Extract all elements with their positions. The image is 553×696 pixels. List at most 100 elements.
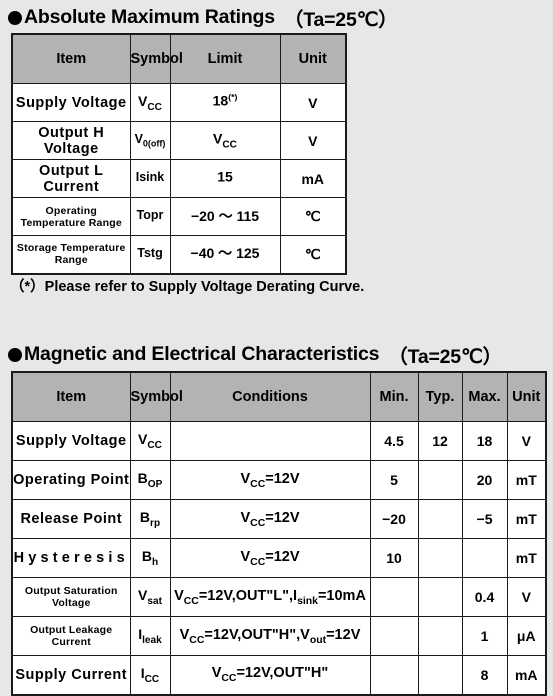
cell-conditions: VCC=12V (169, 499, 371, 539)
cell-symbol: VCC (129, 421, 171, 461)
cell-unit: μA (506, 616, 547, 656)
cell-limit: 15 (169, 159, 281, 198)
cell-unit: mA (506, 655, 547, 695)
column-header-min: Min. (369, 371, 419, 422)
cell-unit: mA (279, 159, 347, 198)
cell-conditions: VCC=12V,OUT"L",Isink=10mA (169, 577, 371, 617)
table-header-row: Item Symbol Limit Unit (11, 33, 347, 84)
cell-symbol: Brp (129, 499, 171, 539)
symbol-subscript: h (151, 556, 159, 568)
cell-max (461, 538, 508, 578)
cell-typ (417, 655, 463, 695)
absolute-maximum-ratings-table: Item Symbol Limit Unit Supply Voltage VC… (11, 33, 347, 275)
cell-symbol: Tstg (129, 235, 171, 274)
table-row: Operating Point BOP VCC=12V 5 20 mT (11, 460, 547, 500)
table-row: Output Leakage Current Ileak VCC=12V,OUT… (11, 616, 547, 656)
column-header-symbol: Symbol (129, 33, 183, 84)
cell-item: Output Leakage Current (11, 616, 131, 656)
limit-base: −40 ～ 125 (190, 245, 260, 262)
symbol-subscript: CC (147, 101, 162, 113)
cell-min: −20 (369, 499, 419, 539)
cell-limit: −20 ～ 115 (169, 197, 281, 236)
cell-limit: 18(*) (169, 83, 281, 122)
table-row: Release Point Brp VCC=12V −20 −5 mT (11, 499, 547, 539)
filled-circle-bullet-icon (8, 347, 22, 362)
cell-unit: ℃ (279, 197, 347, 236)
cell-max: 0.4 (461, 577, 508, 617)
conditions-text: VCC=12V,OUT"H",Vout=12V (179, 626, 361, 646)
column-header-conditions: Conditions (169, 371, 371, 422)
cell-unit: V (279, 121, 347, 160)
cell-symbol: V0(off) (129, 121, 171, 160)
cell-conditions: VCC=12V (169, 538, 371, 578)
cell-unit: V (506, 577, 547, 617)
table-row: Storage Temperature Range Tstg −40 ～ 125… (11, 235, 347, 274)
magnetic-and-electrical-characteristics-table: Item Symbol Conditions Min. Typ. Max. Un… (11, 371, 547, 696)
cell-min (369, 655, 419, 695)
cell-conditions (169, 421, 371, 461)
symbol-base: Topr (136, 208, 164, 223)
cell-unit: V (506, 421, 547, 461)
cell-unit: mT (506, 499, 547, 539)
symbol-subscript: leak (142, 634, 162, 646)
limit-superscript: (*) (228, 92, 238, 103)
table-row: Operating Temperature Range Topr −20 ～ 1… (11, 197, 347, 236)
table-row: Hysteresis Bh VCC=12V 10 mT (11, 538, 547, 578)
column-header-item: Item (11, 371, 131, 422)
symbol-base: B (141, 548, 152, 565)
cell-typ (417, 616, 463, 656)
conditions-text: VCC=12V (240, 470, 300, 490)
cell-item: Supply Voltage (11, 83, 131, 122)
cell-unit: ℃ (279, 235, 347, 274)
symbol-base: V (138, 587, 148, 604)
limit-base: 18 (212, 92, 229, 109)
column-header-unit: Unit (279, 33, 347, 84)
column-header-typ: Typ. (417, 371, 463, 422)
cell-symbol: BOP (129, 460, 171, 500)
symbol-base: V (138, 92, 148, 109)
symbol-subscript: OP (147, 478, 163, 490)
cell-item: Output L Current (11, 159, 131, 198)
cell-limit: −40 ～ 125 (169, 235, 281, 274)
datasheet-page: Absolute Maximum Ratings （Ta=25℃） Item S… (0, 0, 553, 696)
table-row: Supply Voltage VCC 18(*) V (11, 83, 347, 122)
cell-limit: VCC (169, 121, 281, 160)
cell-max: 1 (461, 616, 508, 656)
table-row: Output L Current Isink 15 mA (11, 159, 347, 198)
cell-unit: V (279, 83, 347, 122)
cell-typ (417, 577, 463, 617)
cell-max: 8 (461, 655, 508, 695)
cell-symbol: Bh (129, 538, 171, 578)
cell-symbol: Isink (129, 159, 171, 198)
column-header-limit: Limit (169, 33, 281, 84)
symbol-base: V (134, 132, 143, 147)
section-title-magnetic-and-electrical-characteristics: Magnetic and Electrical Characteristics (24, 343, 380, 365)
cell-symbol: Ileak (129, 616, 171, 656)
cell-min: 4.5 (369, 421, 419, 461)
conditions-text: VCC=12V,OUT"H" (211, 665, 329, 685)
symbol-subscript: CC (147, 439, 162, 451)
cell-max: −5 (461, 499, 508, 539)
cell-conditions: VCC=12V,OUT"H" (169, 655, 371, 695)
cell-item: Hysteresis (11, 538, 131, 578)
cell-max: 18 (461, 421, 508, 461)
table-row: Supply Voltage VCC 4.5 12 18 V (11, 421, 547, 461)
table-header-row: Item Symbol Conditions Min. Typ. Max. Un… (11, 371, 547, 422)
symbol-base: V (138, 431, 148, 448)
section-title-absolute-maximum-ratings: Absolute Maximum Ratings (24, 6, 275, 28)
symbol-subscript: rp (150, 517, 161, 529)
cell-symbol: ICC (129, 655, 171, 695)
section-condition-absolute-maximum-ratings: （Ta=25℃） (283, 9, 398, 31)
column-header-max: Max. (461, 371, 508, 422)
limit-base: −20 ～ 115 (190, 207, 260, 224)
cell-item: Supply Voltage (11, 421, 131, 461)
symbol-base: B (139, 509, 151, 526)
limit-base: 15 (217, 168, 233, 185)
section-condition-magnetic-and-electrical-characteristics: （Ta=25℃） (388, 346, 502, 368)
cell-unit: mT (506, 460, 547, 500)
symbol-base: Tstg (137, 246, 163, 260)
cell-min (369, 616, 419, 656)
cell-symbol: VCC (129, 83, 171, 122)
table-row: Output H Voltage V0(off) VCC V (11, 121, 347, 160)
cell-item: Output Saturation Voltage (11, 577, 131, 617)
